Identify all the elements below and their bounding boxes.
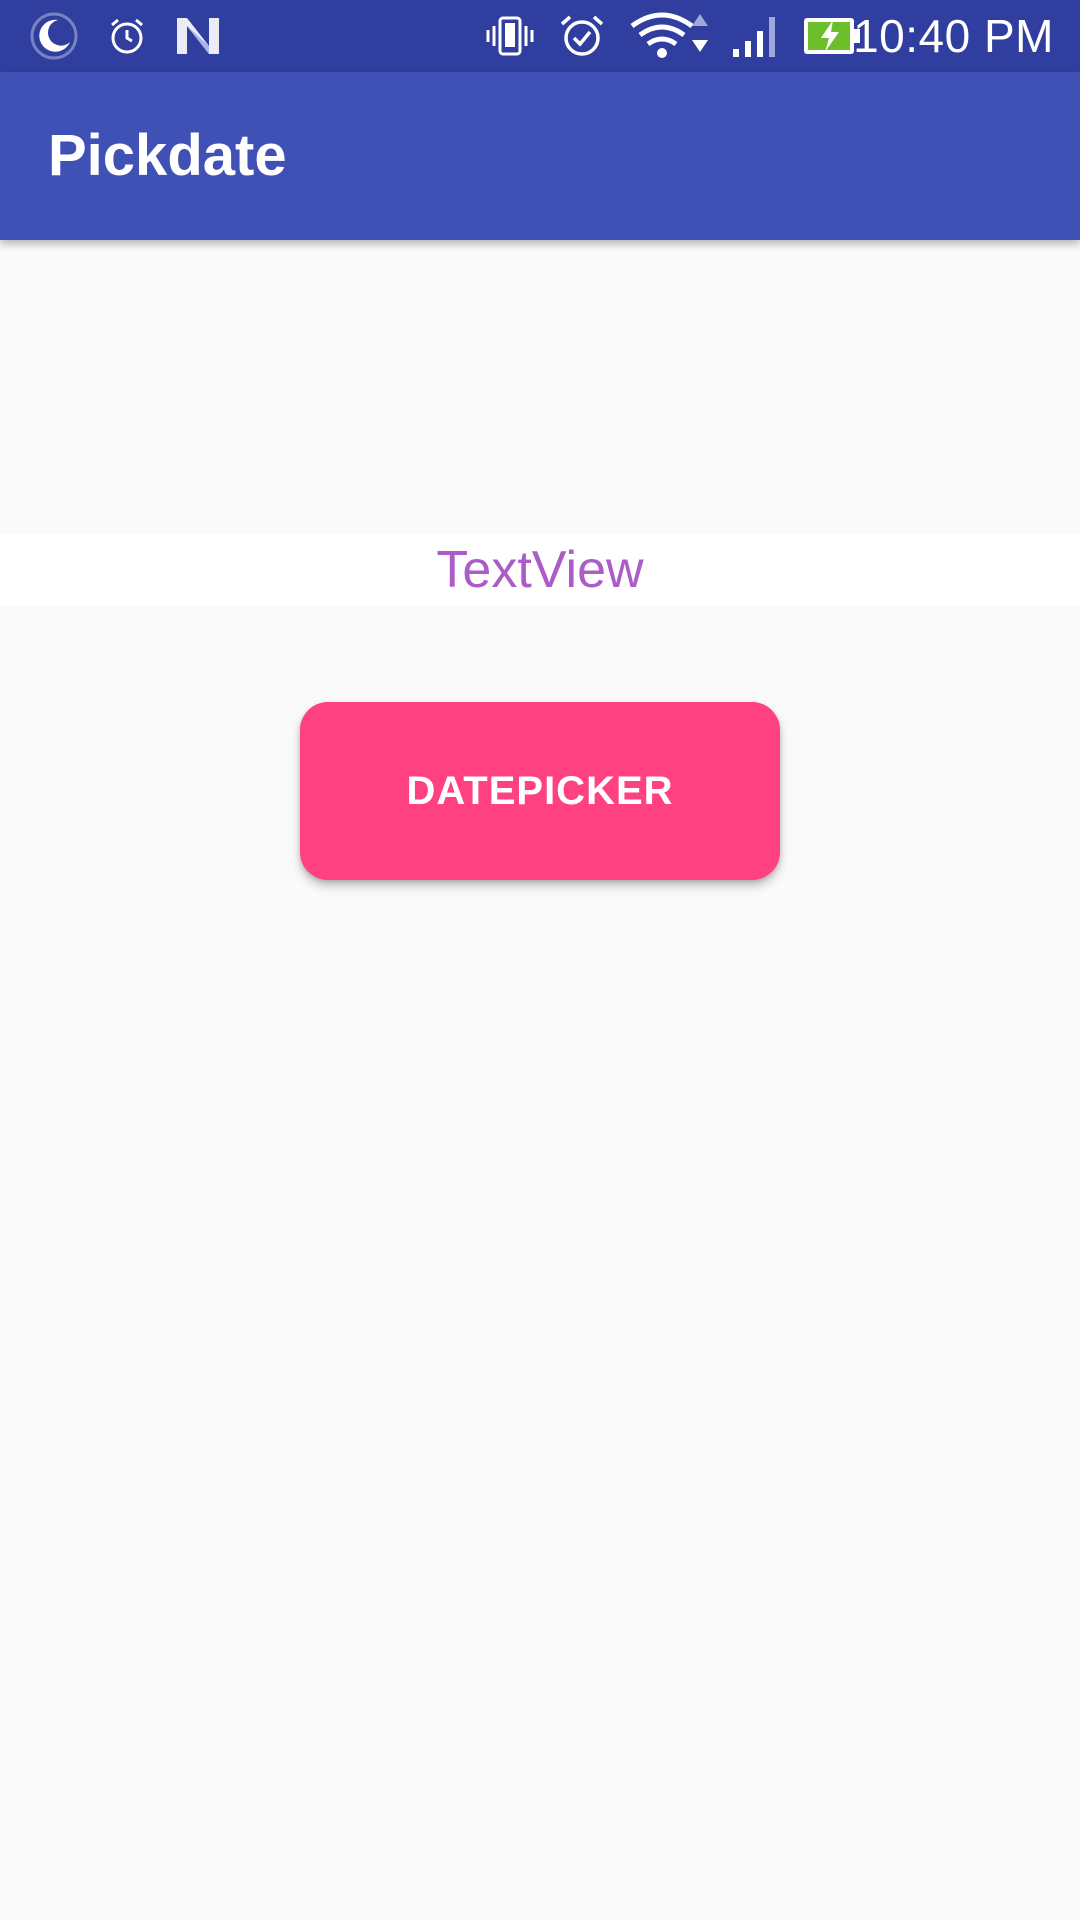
app-title: Pickdate: [48, 123, 287, 188]
wifi-icon: [630, 0, 722, 72]
vibrate-icon: [484, 0, 536, 72]
n-logo-icon: [174, 0, 222, 72]
app-bar: Pickdate: [0, 72, 1080, 240]
datepicker-button[interactable]: DATEPICKER: [300, 702, 780, 880]
status-bar: 10:40 PM: [0, 0, 1080, 72]
textview-container: TextView: [0, 534, 1080, 606]
signal-icon: [728, 0, 780, 72]
textview-label: TextView: [436, 541, 644, 599]
status-clock: 10:40 PM: [853, 10, 1054, 62]
moon-icon: [28, 0, 80, 72]
alarm-check-icon: [556, 0, 608, 72]
alarm-icon: [104, 0, 150, 72]
